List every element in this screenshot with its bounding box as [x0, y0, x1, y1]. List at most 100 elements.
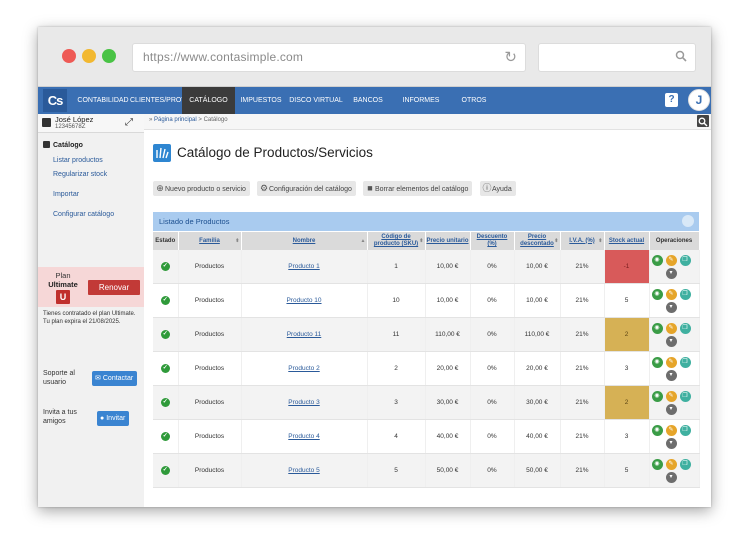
copy-icon[interactable]: ❐ [679, 254, 691, 266]
table-row[interactable]: ✓ Productos Producto 5 5 50,00 €0% 50,00 €21%… [153, 453, 700, 488]
view-icon[interactable]: ◉ [651, 254, 663, 266]
nav-otros[interactable]: OTROS [451, 87, 497, 114]
edit-icon[interactable]: ✎ [665, 390, 677, 402]
edit-icon[interactable]: ✎ [665, 288, 677, 300]
precio-cell: 20,00 € [425, 351, 471, 386]
col-familia[interactable]: Familia ⬍ [178, 232, 242, 250]
col-precio-descontado[interactable]: Precio descontado ⬍ [514, 232, 561, 250]
col-familia-label: Familia [199, 237, 220, 244]
more-options-icon[interactable]: ▾ [665, 471, 677, 483]
invite-button[interactable]: ● Invitar [97, 411, 130, 426]
reload-icon[interactable]: ↻ [504, 48, 517, 66]
col-iva[interactable]: I.V.A. (%) ⬍ [560, 232, 605, 250]
edit-icon[interactable]: ✎ [665, 322, 677, 334]
sidebar-link-importar[interactable]: Importar [53, 191, 79, 198]
nav-impuestos[interactable]: IMPUESTOS [235, 87, 287, 114]
product-link[interactable]: Producto 4 [288, 433, 319, 440]
edit-icon[interactable]: ✎ [665, 424, 677, 436]
more-options-icon[interactable]: ▾ [665, 301, 677, 313]
copy-icon[interactable]: ❐ [679, 390, 691, 402]
maximize-window-button[interactable] [102, 49, 116, 63]
browser-search-field[interactable] [538, 43, 696, 72]
status-cell: ✓ [153, 453, 179, 488]
col-nombre[interactable]: Nombre ▲ [241, 232, 368, 250]
more-options-icon[interactable]: ▾ [665, 403, 677, 415]
help-icon[interactable]: ? [665, 93, 678, 107]
copy-icon[interactable]: ❐ [679, 458, 691, 470]
edit-icon[interactable]: ✎ [665, 254, 677, 266]
plan-name: Ultimate [48, 280, 78, 289]
sidebar-link-regularizar-stock[interactable]: Regularizar stock [53, 171, 107, 178]
invite-button-label: Invitar [106, 415, 126, 422]
search-icon[interactable] [697, 115, 709, 127]
product-link[interactable]: Producto 2 [288, 365, 319, 372]
precio-cell: 40,00 € [425, 419, 471, 454]
check-icon: ✓ [160, 296, 170, 305]
sidebar-link-configurar-catalogo[interactable]: Configurar catálogo [53, 211, 114, 218]
catalog-config-button[interactable]: ⚙Configuración del catálogo [257, 181, 356, 196]
copy-icon[interactable]: ❐ [679, 288, 691, 300]
plan-box: Plan Ultimate U Renovar [38, 267, 144, 307]
more-options-icon[interactable]: ▾ [665, 267, 677, 279]
address-bar[interactable]: https://www.contasimple.com ↻ [132, 43, 526, 72]
contasimple-logo[interactable]: Cs [43, 89, 67, 112]
product-link[interactable]: Producto 3 [288, 399, 319, 406]
more-options-icon[interactable]: ▾ [665, 437, 677, 449]
sidebar-link-listar-productos[interactable]: Listar productos [53, 157, 103, 164]
copy-icon[interactable]: ❐ [679, 322, 691, 334]
collapse-sidebar-icon[interactable]: ⤢ [125, 117, 133, 128]
nav-contabilidad[interactable]: CONTABILIDAD [76, 87, 130, 114]
catalog-config-label: Configuración del catálogo [269, 186, 352, 193]
minimize-window-button[interactable] [82, 49, 96, 63]
filter-icon[interactable] [682, 215, 694, 227]
table-row[interactable]: ✓ Productos Producto 2 2 20,00 €0% 20,00 €21%… [153, 351, 700, 386]
new-product-button[interactable]: ⊕Nuevo producto o servicio [153, 181, 250, 196]
product-link[interactable]: Producto 10 [286, 297, 321, 304]
delete-elements-button[interactable]: ■ Borrar elementos del catálogo [363, 181, 473, 196]
col-estado: Estado [153, 232, 179, 250]
view-icon[interactable]: ◉ [651, 288, 663, 300]
nav-informes[interactable]: INFORMES [391, 87, 451, 114]
col-precio[interactable]: Precio unitario [425, 232, 471, 250]
product-link[interactable]: Producto 1 [288, 263, 319, 270]
contact-button[interactable]: ✉ Contactar [92, 371, 138, 386]
check-icon: ✓ [160, 330, 170, 339]
nav-clientes-prov[interactable]: CLIENTES/PROV. [130, 87, 187, 114]
more-options-icon[interactable]: ▾ [665, 369, 677, 381]
user-avatar[interactable]: J [688, 89, 710, 111]
table-row[interactable]: ✓ Productos Producto 1 1 10,00 €0% 10,00 €21%… [153, 250, 700, 284]
table-row[interactable]: ✓ Productos Producto 10 10 10,00 €0% 10,00 €2… [153, 283, 700, 318]
table-row[interactable]: ✓ Productos Producto 4 4 40,00 €0% 40,00 €21%… [153, 419, 700, 454]
envelope-icon: ✉ [95, 375, 101, 382]
familia-cell: Productos [178, 453, 242, 488]
view-icon[interactable]: ◉ [651, 356, 663, 368]
nav-catalogo[interactable]: CATÁLOGO [182, 87, 235, 114]
precio-descontado-cell: 20,00 € [514, 351, 561, 386]
product-link[interactable]: Producto 5 [288, 467, 319, 474]
edit-icon[interactable]: ✎ [665, 458, 677, 470]
help-button[interactable]: ⓘAyuda [480, 181, 516, 196]
more-options-icon[interactable]: ▾ [665, 335, 677, 347]
nav-disco-virtual[interactable]: DISCO VIRTUAL [287, 87, 345, 114]
col-precio-descontado-label: Precio descontado [520, 234, 554, 247]
precio-cell: 10,00 € [425, 283, 471, 318]
view-icon[interactable]: ◉ [651, 458, 663, 470]
col-stock[interactable]: Stock actual [604, 232, 650, 250]
copy-icon[interactable]: ❐ [679, 356, 691, 368]
copy-icon[interactable]: ❐ [679, 424, 691, 436]
breadcrumb-separator: > [198, 117, 202, 123]
renew-button[interactable]: Renovar [88, 280, 140, 295]
view-icon[interactable]: ◉ [651, 390, 663, 402]
col-descuento[interactable]: Descuento (%) [470, 232, 515, 250]
product-link[interactable]: Producto 11 [287, 331, 322, 338]
edit-icon[interactable]: ✎ [665, 356, 677, 368]
nav-bancos[interactable]: BANCOS [345, 87, 391, 114]
breadcrumb-home-link[interactable]: Página principal [154, 117, 197, 123]
view-icon[interactable]: ◉ [651, 424, 663, 436]
table-row[interactable]: ✓ Productos Producto 11 11 110,00 €0% 110,00 … [153, 317, 700, 352]
table-row[interactable]: ✓ Productos Producto 3 3 30,00 €0% 30,00 €21%… [153, 385, 700, 420]
close-window-button[interactable] [62, 49, 76, 63]
view-icon[interactable]: ◉ [651, 322, 663, 334]
col-sku[interactable]: Código de producto (SKU) ⬍ [367, 232, 426, 250]
stock-cell: 5 [604, 453, 650, 488]
